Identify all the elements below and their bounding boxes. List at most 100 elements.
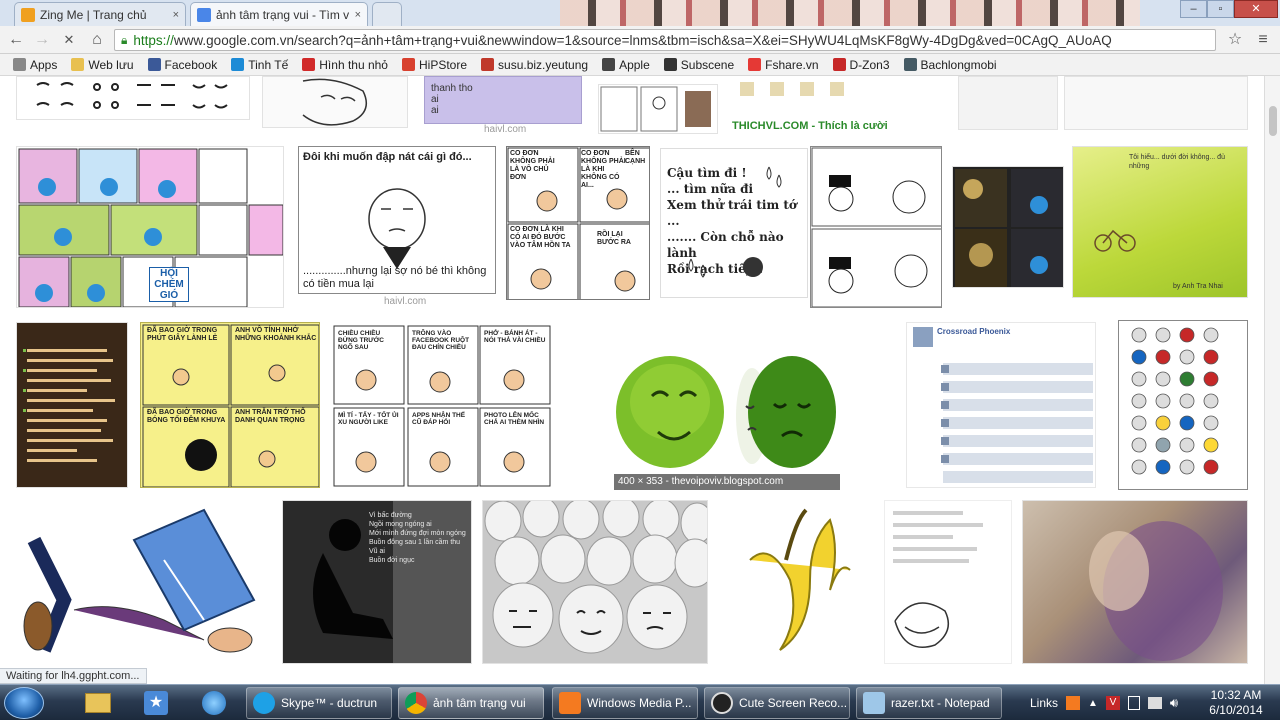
volume-icon[interactable]: 🔊︎ (1170, 695, 1178, 711)
result-image-heart-text[interactable]: Cậu tìm đi ! ... tìm nữa đi Xem thử trái… (660, 148, 808, 298)
result-image-meme-smash[interactable]: Đôi khi muốn đập nát cái gì đó... ......… (298, 146, 496, 294)
result-image-faded-1[interactable] (958, 76, 1058, 130)
taskbar-media-player[interactable]: Windows Media P... (552, 687, 698, 719)
tab-title: Zing Me | Trang chủ (40, 7, 147, 22)
tray-expand-icon[interactable]: ▲ (1088, 698, 1098, 709)
result-image-girl-purple[interactable] (1022, 500, 1248, 664)
taskbar-chrome[interactable]: ảnh tâm trạng vui (398, 687, 544, 719)
bookmark-item[interactable]: D-Zon3 (826, 58, 897, 72)
bookmark-star-icon[interactable]: ☆ (1224, 30, 1246, 50)
tab-zing-me[interactable]: Zing Me | Trang chủ × (14, 2, 186, 26)
taskbar-label: Skype™ - ductrun (281, 696, 378, 710)
back-button[interactable]: ← (5, 30, 27, 50)
taskbar-label: Cute Screen Reco... (739, 696, 848, 710)
bookmark-item[interactable]: Subscene (657, 58, 741, 72)
result-image-stick-comic[interactable] (598, 84, 718, 134)
source-domain: haivl.com (384, 296, 427, 307)
bookmark-item[interactable]: Apps (6, 58, 64, 72)
doraemon-bubble: HỘI CHÉM GIÓ (149, 267, 189, 302)
result-image-banana[interactable] (720, 500, 872, 664)
close-tab-icon[interactable]: × (355, 9, 361, 21)
comic-bubble-4: MÌ TÍ - TẨY - TỐT ỦI XU NGƯỜI LIKE (338, 412, 399, 426)
minimize-button[interactable]: – (1180, 0, 1207, 18)
network-icon[interactable] (1147, 697, 1162, 709)
result-image-nobita-lonely[interactable]: CO ĐƠN KHÔNG PHẢI LÀ VÔ CHỦ ĐƠN CO ĐƠN K… (506, 146, 650, 300)
result-image-egg-faces[interactable] (482, 500, 708, 664)
result-image-doraemon-night[interactable] (952, 166, 1064, 288)
result-image-dark-chat[interactable] (16, 322, 128, 488)
taskbar-notepad[interactable]: razer.txt - Notepad (856, 687, 1002, 719)
poem-line-3: Mới mình đứng đợi mòn ngóng (369, 530, 466, 537)
nobita-bubble-2: CO ĐƠN KHÔNG PHẢI LÀ KHI KHÔNG CÓ AI... (581, 150, 626, 189)
bookmark-item[interactable]: Web lưu (64, 58, 140, 72)
forward-button[interactable]: → (31, 30, 53, 50)
taskbar-skype[interactable]: Skype™ - ductrun (246, 687, 392, 719)
result-image-forever-alone[interactable]: Tôi hiểu... dưới đời không... đủ những b… (1072, 146, 1248, 298)
result-image-doraemon-grid[interactable]: HỘI CHÉM GIÓ (16, 146, 284, 308)
maximize-button[interactable]: ▫ (1207, 0, 1234, 18)
taskbar-clock[interactable]: 10:32 AM 6/10/2014 (1200, 688, 1272, 718)
nobita-bubble-1: CO ĐƠN KHÔNG PHẢI LÀ VÔ CHỦ ĐƠN (510, 150, 555, 181)
flag-icon[interactable] (1127, 696, 1140, 710)
result-image-book-sleeping[interactable] (14, 500, 270, 662)
subscene-icon (663, 58, 677, 71)
girl-portrait-graphic (1089, 521, 1223, 661)
result-image-troll-face[interactable] (884, 500, 1012, 664)
yellow-comic-1: ĐÃ BAO GIỜ TRONG PHÚT GIÂY LÀNH LẺ (147, 327, 218, 342)
facebook-icon (147, 58, 161, 71)
close-window-button[interactable]: ✕ (1234, 0, 1278, 18)
stop-reload-button[interactable]: ✕ (58, 30, 80, 50)
tray-app-icon[interactable] (1066, 696, 1081, 710)
links-toolbar-label[interactable]: Links (1030, 696, 1058, 710)
emoticon-faces-graphic (36, 82, 228, 109)
url-text: https://www.google.com.vn/search?q=ảnh+t… (133, 33, 1111, 48)
explorer-pinned-icon[interactable] (74, 688, 122, 718)
windows-taskbar: ★ Skype™ - ductrun ảnh tâm trạng vui Win… (0, 684, 1280, 720)
bookmark-item[interactable]: Facebook (141, 58, 225, 72)
result-image-nobita-6-panel[interactable]: CHIỀU CHIỀU ĐỨNG TRƯỚC NGÕ SAU TRÔNG VÀO… (330, 322, 552, 490)
chrome-menu-button[interactable]: ≡ (1252, 30, 1274, 50)
bookmark-item[interactable]: Fshare.vn (741, 58, 825, 72)
forever-alone-credit: by Anh Tra Nhai (1173, 283, 1223, 290)
result-image-emoticons[interactable] (16, 76, 250, 120)
small-faces-graphic (740, 82, 844, 96)
result-image-faded-2[interactable] (1064, 76, 1248, 130)
result-image-rage-face[interactable] (262, 76, 408, 128)
bookmark-item[interactable]: HiPStore (395, 58, 474, 72)
browser-toolbar: ← → ✕ ⌂ 🔒︎ https://www.google.com.vn/sea… (0, 26, 1280, 54)
result-image-yellow-comic[interactable]: ĐÃ BAO GIỜ TRONG PHÚT GIÂY LÀNH LẺ ANH V… (140, 322, 320, 488)
bookmark-label: Facebook (164, 57, 218, 72)
comic-bubble-6: PHOTO LÊN MỐC CHẢ AI THÈM NHÌN (484, 412, 545, 426)
close-tab-icon[interactable]: × (173, 9, 179, 21)
result-image-facebook-thread[interactable]: Crossroad Phoenix (906, 322, 1096, 488)
tab-title: ảnh tâm trạng vui - Tìm v (216, 7, 350, 22)
page-scrollbar[interactable] (1264, 76, 1280, 686)
sleeping-reader-graphic (23, 508, 256, 653)
result-image-rage-comic-gentleman[interactable] (810, 146, 942, 308)
bookmark-label: Fshare.vn (765, 57, 819, 72)
result-image-green-apples[interactable]: 400 × 353 - thevoipoviv.blogspot.com (614, 320, 840, 490)
start-button[interactable] (4, 687, 44, 719)
bookmark-item[interactable]: Bachlongmobi (897, 58, 1004, 72)
address-bar[interactable]: 🔒︎ https://www.google.com.vn/search?q=ản… (114, 29, 1216, 51)
bookmark-item[interactable]: susu.biz.yeutung (474, 58, 595, 72)
bookmark-item[interactable]: Apple (595, 58, 657, 72)
bookmark-label: Hình thu nhỏ (319, 57, 388, 72)
unikey-icon[interactable]: V (1105, 696, 1120, 710)
result-image-football-badges[interactable] (1118, 320, 1248, 490)
bookmark-item[interactable]: Tinh Tế (224, 58, 295, 72)
taskbar-screen-recorder[interactable]: Cute Screen Reco... (704, 687, 850, 719)
favorites-pinned-icon[interactable]: ★ (132, 688, 180, 718)
new-tab-button[interactable] (372, 2, 402, 26)
result-image-purple-text[interactable]: thanh tho ai ai (424, 76, 582, 124)
clock-time: 10:32 AM (1210, 688, 1262, 702)
bookmark-item[interactable]: Hình thu nhỏ (295, 58, 395, 72)
yellow-comic-2: ANH VỒ TÍNH NHỚ NHỮNG KHOẢNH KHẮC (235, 327, 317, 342)
result-image-sad-silhouette[interactable]: Vì bấc đường Ngồi mong ngóng ai Mới mình… (282, 500, 472, 664)
result-image-faces-row[interactable] (730, 76, 898, 120)
scrollbar-thumb[interactable] (1269, 106, 1277, 136)
home-button[interactable]: ⌂ (86, 30, 108, 50)
bookmark-label: Bachlongmobi (920, 57, 997, 72)
tab-google-images[interactable]: ảnh tâm trạng vui - Tìm v × (190, 2, 368, 26)
network-pinned-icon[interactable] (190, 688, 238, 718)
